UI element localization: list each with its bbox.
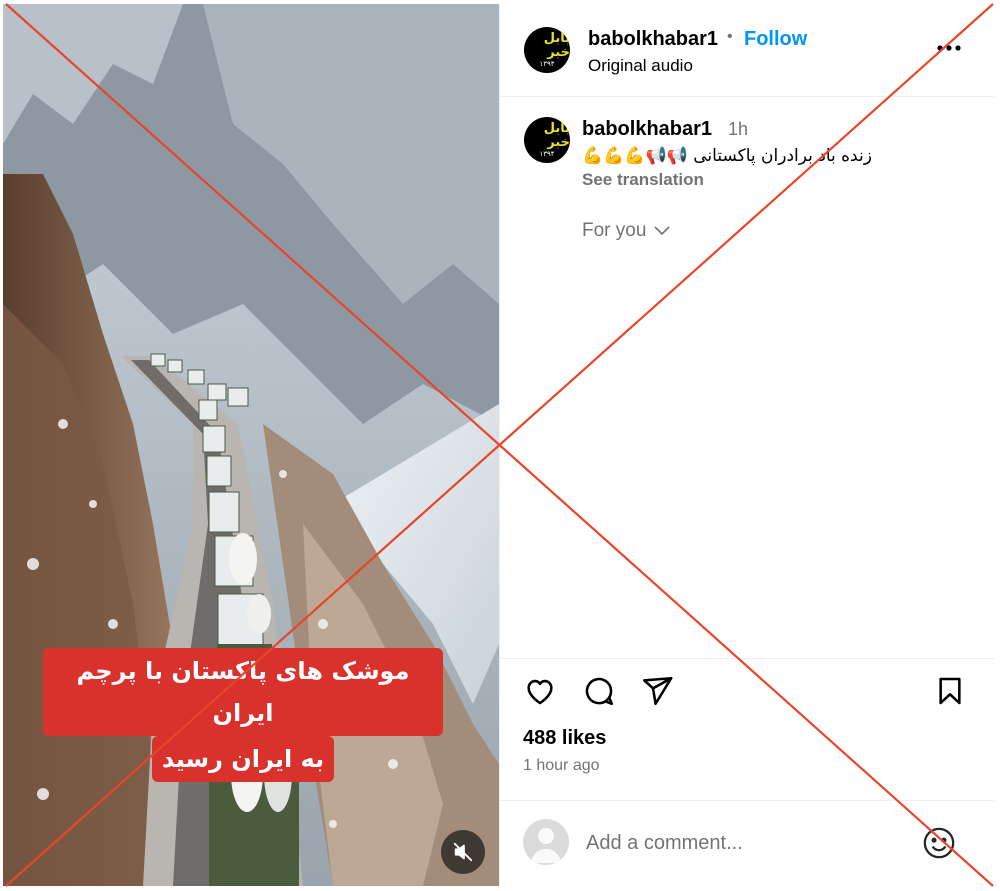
save-button[interactable] xyxy=(934,674,966,713)
caption-avatar-logo-top: بابل خبر xyxy=(543,120,570,150)
comment-input[interactable] xyxy=(586,830,886,856)
separator-dot: • xyxy=(727,28,733,45)
bookmark-icon xyxy=(939,677,961,705)
emoji-icon xyxy=(923,827,955,859)
emoji-button[interactable] xyxy=(922,826,956,865)
avatar-logo-bottom: ۱۳۹۴ xyxy=(539,59,555,68)
actions-divider xyxy=(500,658,994,659)
share-button[interactable] xyxy=(640,674,674,713)
comment-icon xyxy=(585,677,614,706)
share-icon xyxy=(642,676,673,706)
mute-button[interactable] xyxy=(441,830,485,874)
original-audio-link[interactable]: Original audio xyxy=(588,56,693,76)
comment-divider xyxy=(500,800,994,801)
user-avatar-icon xyxy=(531,828,561,863)
overlay-line-2: به ایران رسید xyxy=(151,736,335,782)
for-you-toggle[interactable]: For you xyxy=(582,220,670,242)
author-avatar[interactable]: بابل خبر ۱۳۹۴ xyxy=(524,27,570,73)
caption-avatar[interactable]: بابل خبر ۱۳۹۴ xyxy=(524,117,570,163)
caption-timestamp[interactable]: 1h xyxy=(728,119,748,140)
for-you-label: For you xyxy=(582,220,647,241)
overlay-line-1: موشک های پاکستان با پرچم ایران xyxy=(43,648,443,736)
heart-icon xyxy=(527,679,553,705)
post-time[interactable]: 1 hour ago xyxy=(523,757,600,775)
comment-button[interactable] xyxy=(582,674,616,713)
post-details-panel: بابل خبر ۱۳۹۴ babolkhabar1 • Follow Orig… xyxy=(499,4,994,886)
more-options-button[interactable] xyxy=(936,40,962,52)
video-caption-overlay: موشک های پاکستان با پرچم ایران به ایران … xyxy=(43,648,443,782)
likes-count[interactable]: 488 likes xyxy=(523,727,606,750)
avatar-logo-top: بابل خبر xyxy=(543,30,570,60)
caption-username[interactable]: babolkhabar1 xyxy=(582,118,712,141)
user-avatar xyxy=(523,819,569,865)
post-actions-bar xyxy=(500,674,994,714)
caption-avatar-logo-bottom: ۱۳۹۴ xyxy=(539,149,555,158)
header-divider xyxy=(500,96,994,97)
author-username[interactable]: babolkhabar1 xyxy=(588,28,718,51)
mute-icon xyxy=(453,842,473,862)
more-icon xyxy=(937,45,961,51)
post-video[interactable]: موشک های پاکستان با پرچم ایران به ایران … xyxy=(3,4,499,886)
chevron-down-icon xyxy=(654,226,670,236)
follow-button[interactable]: Follow xyxy=(744,28,807,51)
caption-text: زنده باد برادران پاکستانی 📢📢💪💪💪 xyxy=(582,146,872,166)
like-button[interactable] xyxy=(522,674,558,713)
see-translation-link[interactable]: See translation xyxy=(582,170,704,190)
